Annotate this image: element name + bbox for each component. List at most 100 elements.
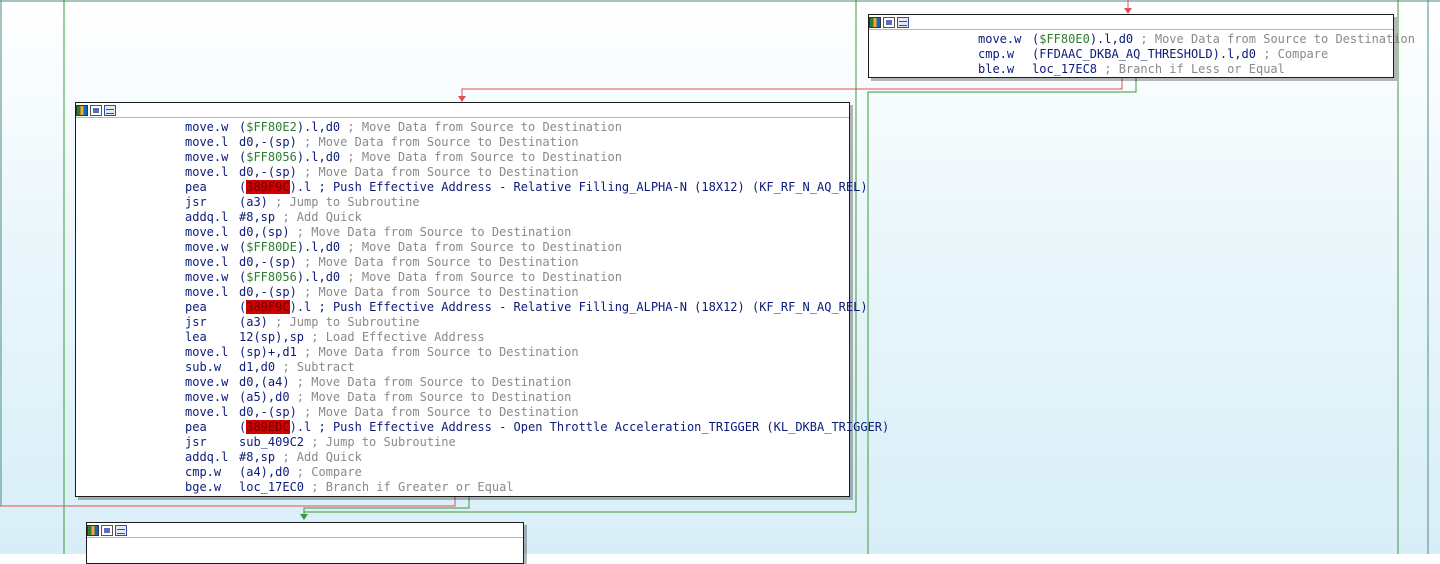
operand-text: 12(sp),sp (239, 330, 305, 344)
operand-text: d0,-(sp) (239, 285, 297, 299)
comment: ; Compare (1255, 47, 1329, 61)
instruction-line[interactable]: move.w ($FF8056).l,d0 ; Move Data from So… (76, 150, 849, 165)
edit-node-icon[interactable] (883, 16, 895, 28)
ram-address[interactable]: $FF80E2 (246, 120, 297, 134)
instruction-line[interactable]: sub.w d1,d0 ; Subtract (76, 360, 849, 375)
operand: (389EDC).l ; Push Effective Address - Op… (239, 420, 889, 435)
instruction-line[interactable]: pea (389F9C).l ; Push Effective Address -… (76, 300, 868, 315)
mnemonic: addq.l (185, 450, 229, 464)
code-node-main[interactable]: move.w ($FF80E2).l,d0 ; Move Data from So… (75, 102, 889, 497)
instruction-line[interactable]: move.l (sp)+,d1 ; Move Data from Source t… (76, 345, 849, 360)
comment: ; Move Data from Source to Destination (296, 165, 579, 179)
instruction-line[interactable]: move.l d0,-(sp) ; Move Data from Source t… (76, 135, 849, 150)
node-toolbar (87, 523, 523, 538)
mnemonic: move.w (185, 120, 229, 134)
highlighted-address[interactable]: 389EDC (246, 420, 290, 434)
mnemonic: jsr (185, 435, 207, 449)
instruction-line[interactable]: move.w ($FF80E2).l,d0 ; Move Data from So… (76, 120, 849, 135)
operand: d0,-(sp) ; Move Data from Source to Dest… (239, 285, 579, 300)
instruction-line[interactable]: move.l d0,-(sp) ; Move Data from Source t… (76, 255, 849, 270)
instruction-line[interactable]: jsr (a3) ; Jump to Subroutine (76, 315, 849, 330)
instruction-line[interactable]: move.l d0,-(sp) ; Move Data from Source t… (76, 405, 849, 420)
operand-text: loc_17EC8 (1032, 62, 1098, 76)
graph-overview-icon[interactable] (87, 524, 99, 536)
mnemonic: move.w (185, 240, 229, 254)
instruction-line[interactable]: move.l d0,(sp) ; Move Data from Source to… (76, 225, 849, 240)
instruction-line[interactable]: jsr sub_409C2 ; Jump to Subroutine (76, 435, 849, 450)
instruction-line[interactable]: move.l d0,-(sp) ; Move Data from Source t… (76, 285, 849, 300)
instruction-line[interactable]: move.w d0,(a4) ; Move Data from Source to… (76, 375, 849, 390)
mnemonic: move.l (185, 135, 229, 149)
ram-address[interactable]: $FF8056 (246, 270, 297, 284)
graph-overview-icon[interactable] (869, 16, 881, 28)
graph-overview-icon[interactable] (76, 104, 88, 116)
operand-text: d0,-(sp) (239, 165, 297, 179)
ram-address[interactable]: $FF80DE (246, 240, 297, 254)
operand-text: (FFDAAC_DKBA_AQ_THRESHOLD).l,d0 (1032, 47, 1256, 61)
mnemonic: ble.w (978, 62, 1015, 76)
instruction-line[interactable]: ble.w loc_17EC8 ; Branch if Less or Equal (869, 62, 1393, 77)
ram-address[interactable]: $FF80E0 (1039, 32, 1090, 46)
instruction-line[interactable]: move.l d0,-(sp) ; Move Data from Source t… (76, 165, 849, 180)
instruction-line[interactable]: move.w ($FF8056).l,d0 ; Move Data from So… (76, 270, 849, 285)
ram-address[interactable]: $FF8056 (246, 150, 297, 164)
operand: ($FF80E0).l,d0 ; Move Data from Source t… (1032, 32, 1415, 47)
operand: d0,(sp) ; Move Data from Source to Desti… (239, 225, 571, 240)
operand-text: sub_409C2 (239, 435, 305, 449)
instruction-line[interactable]: bge.w loc_17EC0 ; Branch if Greater or Eq… (76, 480, 849, 495)
operand: sub_409C2 ; Jump to Subroutine (239, 435, 456, 450)
instruction-line[interactable]: pea (389EDC).l ; Push Effective Address -… (76, 420, 889, 435)
operand: d1,d0 ; Subtract (239, 360, 355, 375)
comment: ; Compare (289, 465, 362, 479)
comment: ; Move Data from Source to Destination (289, 390, 572, 404)
operand: (sp)+,d1 ; Move Data from Source to Dest… (239, 345, 579, 360)
operand-text: ).l,d0 (1089, 32, 1134, 46)
instruction-line[interactable]: move.w (a5),d0 ; Move Data from Source to… (76, 390, 849, 405)
operand-text: d0,(a4) (239, 375, 290, 389)
code-node-bottom[interactable] (86, 522, 524, 564)
highlighted-address[interactable]: 389F9C (246, 180, 290, 194)
comment: ; Move Data from Source to Destination (296, 285, 579, 299)
operand: loc_17EC8 ; Branch if Less or Equal (1032, 62, 1285, 77)
operand-text: #8,sp (239, 450, 276, 464)
comment: ; Move Data from Source to Destination (1133, 32, 1415, 46)
comment: ; Jump to Subroutine (304, 435, 456, 449)
operand: ($FF8056).l,d0 ; Move Data from Source t… (239, 270, 622, 285)
comment: ; Move Data from Source to Destination (340, 120, 622, 134)
instruction-line[interactable]: cmp.w (a4),d0 ; Compare (76, 465, 849, 480)
comment: ; Add Quick (275, 450, 362, 464)
operand: d0,-(sp) ; Move Data from Source to Dest… (239, 255, 579, 270)
operand: (FFDAAC_DKBA_AQ_THRESHOLD).l,d0 ; Compar… (1032, 47, 1328, 62)
mnemonic: pea (185, 180, 207, 194)
comment: ; Move Data from Source to Destination (340, 150, 622, 164)
mnemonic: move.l (185, 345, 229, 359)
text-view-icon[interactable] (115, 524, 127, 536)
edit-node-icon[interactable] (101, 524, 113, 536)
operand: (a4),d0 ; Compare (239, 465, 362, 480)
operand-text: ).l,d0 (296, 120, 341, 134)
highlighted-address[interactable]: 389F9C (246, 300, 290, 314)
operand-text: (a3) (239, 315, 268, 329)
mnemonic: cmp.w (185, 465, 222, 479)
operand-text: d0,-(sp) (239, 255, 297, 269)
text-view-icon[interactable] (104, 104, 116, 116)
instruction-line[interactable]: cmp.w (FFDAAC_DKBA_AQ_THRESHOLD).l,d0 ; C… (869, 47, 1393, 62)
mnemonic: jsr (185, 195, 207, 209)
mnemonic: cmp.w (978, 47, 1015, 61)
edit-node-icon[interactable] (90, 104, 102, 116)
code-node-top-right[interactable]: move.w ($FF80E0).l,d0 ; Move Data from So… (868, 14, 1415, 78)
instruction-line[interactable]: move.w ($FF80E0).l,d0 ; Move Data from So… (869, 32, 1415, 47)
comment: ; Move Data from Source to Destination (296, 405, 579, 419)
mnemonic: move.w (185, 150, 229, 164)
mnemonic: jsr (185, 315, 207, 329)
instruction-line[interactable]: addq.l #8,sp ; Add Quick (76, 210, 849, 225)
operand-text: d0,-(sp) (239, 135, 297, 149)
text-view-icon[interactable] (897, 16, 909, 28)
instruction-line[interactable]: lea 12(sp),sp ; Load Effective Address (76, 330, 849, 345)
mnemonic: pea (185, 420, 207, 434)
operand-text: loc_17EC0 (239, 480, 305, 494)
instruction-line[interactable]: pea (389F9C).l ; Push Effective Address -… (76, 180, 868, 195)
instruction-line[interactable]: jsr (a3) ; Jump to Subroutine (76, 195, 849, 210)
instruction-line[interactable]: move.w ($FF80DE).l,d0 ; Move Data from So… (76, 240, 849, 255)
instruction-line[interactable]: addq.l #8,sp ; Add Quick (76, 450, 849, 465)
